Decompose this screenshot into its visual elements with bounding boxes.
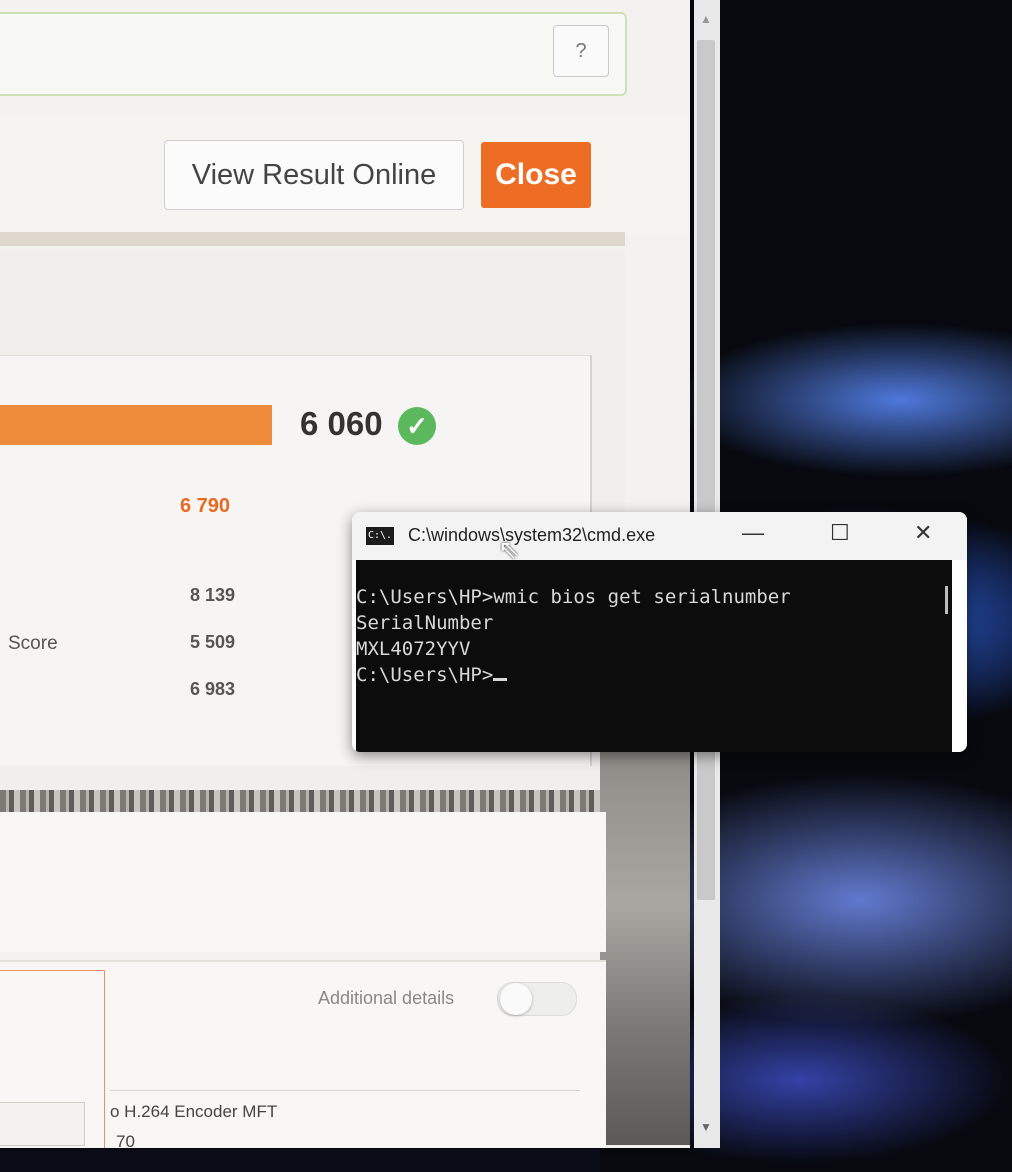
scroll-up-icon[interactable]: ▲: [700, 12, 712, 26]
score-row-value: 6 983: [190, 679, 236, 699]
main-score: 6 060: [300, 405, 383, 442]
maximize-icon[interactable]: ☐: [830, 520, 850, 546]
check-icon: ✓: [398, 407, 436, 445]
cmd-scrollbar[interactable]: [945, 586, 948, 614]
console-line: C:\Users\HP>wmic bios get serialnumber: [356, 586, 791, 608]
cmd-title-bar[interactable]: C:\. C:\windows\system32\cmd.exe — ☐ ✕: [352, 512, 967, 560]
console-line: MXL4072YYV: [356, 638, 471, 660]
scrollbar-thumb[interactable]: [697, 40, 715, 900]
console-line: SerialNumber: [356, 612, 494, 634]
divider-line: [110, 1090, 580, 1091]
cmd-window-title: C:\windows\system32\cmd.exe: [408, 525, 656, 545]
text-cursor: [493, 678, 508, 681]
help-button[interactable]: ?: [553, 25, 609, 77]
console-prompt-line[interactable]: C:\Users\HP>: [356, 662, 952, 688]
minimize-icon[interactable]: —: [742, 520, 764, 546]
score-bar: [0, 405, 272, 445]
top-search-bar: [0, 12, 627, 96]
info-panel: [0, 812, 606, 952]
mouse-pointer-icon: ⇖: [498, 534, 520, 564]
close-icon[interactable]: ✕: [914, 520, 932, 546]
scroll-down-icon[interactable]: ▼: [700, 1120, 712, 1134]
toggle-knob[interactable]: [500, 983, 532, 1015]
close-button[interactable]: Close: [481, 142, 591, 208]
terminal-icon: C:\.: [366, 527, 394, 545]
sub-score: 6 790: [180, 495, 231, 517]
cmd-window[interactable]: C:\. C:\windows\system32\cmd.exe — ☐ ✕ C…: [352, 512, 967, 752]
score-row-value: 5 509: [190, 632, 236, 652]
detail-box: [0, 1102, 85, 1146]
encoder-name: o H.264 Encoder MFT: [110, 1102, 278, 1121]
score-row-label: Score: [8, 633, 58, 654]
encoder-value: 70: [116, 1132, 135, 1148]
background-image-edge: [600, 745, 690, 1145]
console-prompt: C:\Users\HP>: [356, 664, 494, 686]
divider: [0, 232, 625, 246]
cmd-console[interactable]: C:\Users\HP>wmic bios get serialnumber S…: [356, 560, 952, 752]
view-result-online-button[interactable]: View Result Online: [164, 140, 464, 210]
additional-details-label: Additional details: [318, 988, 455, 1008]
score-row-value: 8 139: [190, 585, 236, 605]
